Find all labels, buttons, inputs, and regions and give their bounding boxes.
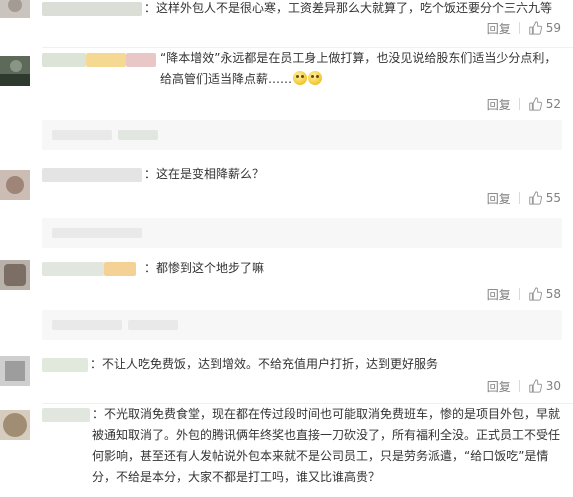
like-count: 52 bbox=[545, 97, 561, 111]
thumbs-up-icon bbox=[528, 287, 542, 301]
comment-item: “降本增效”永远都是在员工身上做打算，也没见说给股东们适当少分点利，给高管们适当… bbox=[0, 48, 573, 154]
reply-thread[interactable] bbox=[42, 120, 562, 150]
thumbs-up-icon bbox=[528, 191, 542, 205]
avatar[interactable] bbox=[0, 0, 30, 18]
thumbs-up-icon bbox=[528, 379, 542, 393]
divider bbox=[518, 22, 520, 34]
divider bbox=[518, 192, 520, 204]
like-count: 58 bbox=[545, 287, 561, 301]
avatar[interactable] bbox=[0, 356, 30, 386]
like-button[interactable]: 55 bbox=[528, 191, 561, 205]
comment-item: ：这样外包人不是很心寒，工资差异那么大就算了，吃个饭还要分个三六九等 回复 59 bbox=[0, 0, 573, 48]
reply-thread[interactable] bbox=[42, 218, 562, 248]
comment-text: ：不光取消免费食堂，现在都在传过段时间也可能取消免费班车，惨的是项目外包，早就被… bbox=[92, 407, 561, 484]
like-button[interactable]: 59 bbox=[528, 21, 561, 35]
reply-button[interactable]: 回复 bbox=[487, 378, 511, 395]
comment-text: “降本增效”永远都是在员工身上做打算，也没见说给股东们适当少分点利，给高管们适当… bbox=[160, 51, 557, 86]
comment-item: ：都惨到这个地步了嘛 回复 58 bbox=[0, 258, 573, 354]
divider bbox=[518, 380, 520, 392]
comment-text: ：都惨到这个地步了嘛 bbox=[144, 261, 265, 275]
comment-actions: 回复 30 bbox=[487, 378, 561, 394]
comment-text: ：这在是变相降薪么？ bbox=[144, 167, 265, 181]
thumbs-up-icon bbox=[528, 21, 542, 35]
like-button[interactable]: 58 bbox=[528, 287, 561, 301]
reply-button[interactable]: 回复 bbox=[487, 20, 511, 37]
comment-text: ：这样外包人不是很心寒，工资差异那么大就算了，吃个饭还要分个三六九等 bbox=[144, 1, 553, 15]
smile-emoji-icon bbox=[308, 71, 323, 85]
comment-item: ：不光取消免费食堂，现在都在传过段时间也可能取消免费班车，惨的是项目外包，早就被… bbox=[0, 404, 573, 497]
avatar[interactable] bbox=[0, 410, 30, 440]
comment-actions: 回复 55 bbox=[487, 190, 561, 206]
like-count: 55 bbox=[545, 191, 561, 205]
like-button[interactable]: 52 bbox=[528, 97, 561, 111]
smile-emoji-icon bbox=[293, 71, 308, 85]
reply-button[interactable]: 回复 bbox=[487, 286, 511, 303]
like-count: 30 bbox=[545, 379, 561, 393]
like-button[interactable]: 30 bbox=[528, 379, 561, 393]
reply-button[interactable]: 回复 bbox=[487, 190, 511, 207]
avatar[interactable] bbox=[0, 170, 30, 200]
avatar[interactable] bbox=[0, 56, 30, 86]
like-count: 59 bbox=[545, 21, 561, 35]
reply-thread[interactable] bbox=[42, 310, 562, 340]
divider bbox=[518, 98, 520, 110]
reply-button[interactable]: 回复 bbox=[487, 96, 511, 113]
comment-text: ：不让人吃免费饭，达到增效。不给充值用户打折，达到更好服务 bbox=[90, 357, 439, 371]
thumbs-up-icon bbox=[528, 97, 542, 111]
comment-item: ：不让人吃免费饭，达到增效。不给充值用户打折，达到更好服务 回复 30 bbox=[0, 354, 573, 404]
comment-actions: 回复 58 bbox=[487, 286, 561, 302]
comment-item: ：这在是变相降薪么？ 回复 55 bbox=[0, 158, 573, 258]
comment-actions: 回复 59 bbox=[487, 20, 561, 36]
avatar[interactable] bbox=[0, 260, 30, 290]
comment-actions: 回复 52 bbox=[487, 96, 561, 112]
divider bbox=[518, 288, 520, 300]
